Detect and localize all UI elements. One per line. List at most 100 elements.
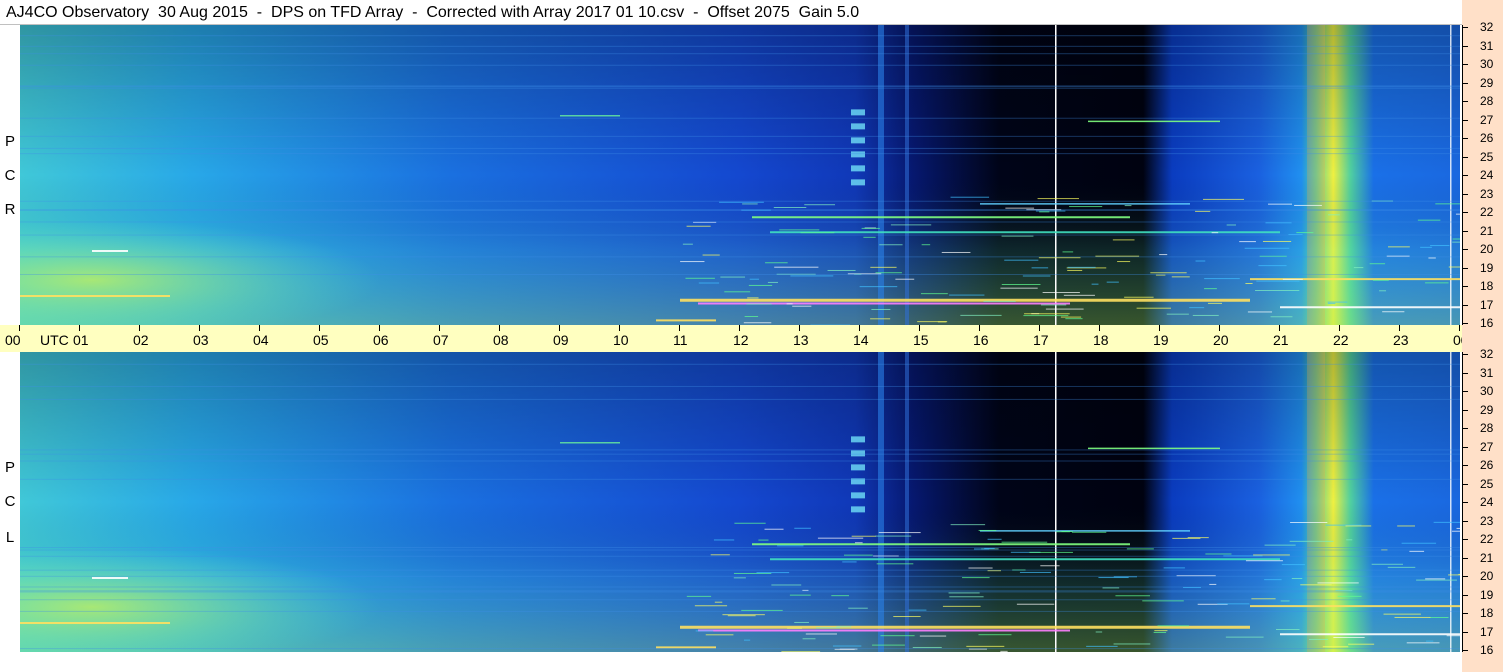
- rcp-spectrogram-plot: [20, 25, 1460, 325]
- time-tick-label: 20: [1213, 332, 1229, 348]
- rcp-noise-speck: [746, 303, 772, 305]
- rcp-frequency-tick-label: 25: [1480, 149, 1494, 164]
- lcp-burst-stripe: [851, 436, 865, 443]
- lcp-noise-speck: [777, 545, 804, 547]
- lcp-noise-speck: [880, 635, 915, 637]
- lcp-noise-speck: [950, 524, 986, 526]
- rcp-noise-speck: [1159, 254, 1168, 256]
- lcp-horizontal-line: [20, 648, 1460, 650]
- lcp-low-freq-glow: [20, 352, 1460, 652]
- lcp-noise-speck: [771, 584, 802, 586]
- lcp-frequency-tick-mark: [1462, 372, 1468, 374]
- time-tick-label: 17: [1033, 332, 1049, 348]
- rcp-noise-speck: [1136, 307, 1171, 309]
- lcp-noise-speck: [705, 634, 734, 636]
- lcp-noise-speck: [1115, 595, 1150, 597]
- lcp-noise-speck: [968, 567, 993, 569]
- lcp-noise-speck: [787, 627, 803, 629]
- rcp-frequency-tick-label: 27: [1480, 112, 1494, 127]
- lcp-noise-speck: [878, 532, 921, 534]
- lcp-frequency-tick-label: 24: [1480, 495, 1494, 509]
- rcp-horizontal-line: [20, 53, 1460, 55]
- lcp-noise-speck: [781, 651, 821, 652]
- lcp-noise-speck: [848, 607, 868, 609]
- rcp-horizontal-line: [20, 87, 1460, 89]
- lcp-noise-speck: [1397, 525, 1415, 527]
- lcp-noise-speck: [836, 626, 852, 628]
- rcp-frequency-tick-mark: [1462, 175, 1468, 176]
- lcp-noise-speck: [1433, 521, 1460, 523]
- rcp-noise-speck: [773, 207, 807, 209]
- lcp-noise-speck: [734, 522, 766, 524]
- rcp-noise-speck: [1425, 282, 1449, 284]
- lcp-noise-speck: [727, 615, 756, 617]
- lcp-noise-speck: [1205, 553, 1232, 555]
- lcp-frequency-tick-mark: [1462, 391, 1468, 392]
- rcp-noise-speck: [767, 281, 778, 283]
- lcp-noise-speck: [1016, 603, 1055, 605]
- rcp-noise-speck: [1379, 290, 1387, 292]
- rcp-noise-speck: [680, 261, 705, 263]
- lcp-noise-speck: [831, 595, 849, 597]
- lcp-horizontal-line: [20, 549, 1460, 551]
- lcp-frequency-tick-label: 29: [1480, 402, 1494, 417]
- rcp-noise-speck: [871, 308, 891, 310]
- rcp-frequency-tick-label: 29: [1480, 75, 1494, 90]
- lcp-interference-streak: [770, 558, 1280, 561]
- rcp-noise-speck: [1353, 267, 1364, 269]
- rcp-frequency-tick-mark: [1462, 212, 1468, 213]
- time-tick-label: 03: [193, 332, 209, 348]
- lcp-noise-speck: [805, 633, 837, 635]
- time-tick-mark: [199, 325, 200, 331]
- time-tick-mark: [259, 325, 260, 331]
- lcp-letter-p: P: [4, 459, 15, 476]
- lcp-noise-speck: [1289, 540, 1334, 542]
- rcp-letter-r: R: [4, 201, 16, 218]
- lcp-frequency-tick-mark: [1462, 576, 1468, 577]
- time-tick-label: 05: [313, 332, 329, 348]
- rcp-frequency-tick-label: 17: [1480, 297, 1494, 312]
- lcp-horizontal-line: [20, 555, 1460, 557]
- rcp-noise-speck: [1255, 289, 1300, 291]
- rcp-frequency-tick-label: 30: [1480, 57, 1494, 71]
- time-tick-mark: [379, 325, 380, 331]
- lcp-noise-speck: [789, 594, 811, 596]
- rcp-noise-speck: [1037, 198, 1080, 200]
- rcp-noise-speck: [863, 236, 876, 238]
- rcp-noise-speck: [1063, 294, 1095, 296]
- rcp-noise-speck: [800, 232, 835, 234]
- lcp-noise-speck: [1001, 541, 1048, 543]
- lcp-noise-speck: [1383, 613, 1421, 615]
- rcp-noise-speck: [682, 243, 693, 245]
- rcp-frequency-tick-label: 32: [1480, 20, 1494, 34]
- rcp-noise-speck: [1455, 213, 1460, 215]
- lcp-noise-speck: [1317, 582, 1359, 584]
- lcp-frequency-tick-mark: [1462, 483, 1468, 485]
- rcp-noise-speck: [1039, 211, 1050, 213]
- time-tick-mark: [799, 325, 800, 331]
- rcp-frequency-tick-label: 23: [1480, 186, 1494, 201]
- time-tick-label: 23: [1393, 332, 1409, 348]
- rcp-noise-speck: [1069, 206, 1103, 208]
- rcp-burst-stripe: [851, 123, 865, 130]
- rcp-noise-speck: [742, 203, 758, 205]
- lcp-frequency-tick-mark: [1462, 502, 1468, 503]
- rcp-frequency-tick-mark: [1462, 82, 1468, 84]
- lcp-noise-speck: [1098, 577, 1129, 579]
- lcp-noise-speck: [1056, 531, 1070, 533]
- rcp-noise-speck: [1124, 296, 1154, 298]
- rcp-noise-speck: [1452, 238, 1460, 240]
- lcp-noise-speck: [794, 527, 811, 529]
- rcp-noise-speck: [1005, 207, 1035, 209]
- lcp-noise-speck: [1401, 542, 1437, 544]
- lcp-noise-speck: [1446, 635, 1460, 637]
- lcp-noise-speck: [1337, 595, 1362, 597]
- rcp-frequency-tick-mark: [1462, 119, 1468, 121]
- lcp-horizontal-line: [20, 610, 1460, 612]
- rcp-interference-streak: [752, 216, 1130, 219]
- rcp-noise-speck: [941, 251, 971, 253]
- rcp-noise-speck: [686, 225, 711, 227]
- time-tick-label: 08: [493, 332, 509, 348]
- lcp-noise-speck: [1291, 578, 1303, 580]
- lcp-horizontal-line: [20, 575, 1460, 577]
